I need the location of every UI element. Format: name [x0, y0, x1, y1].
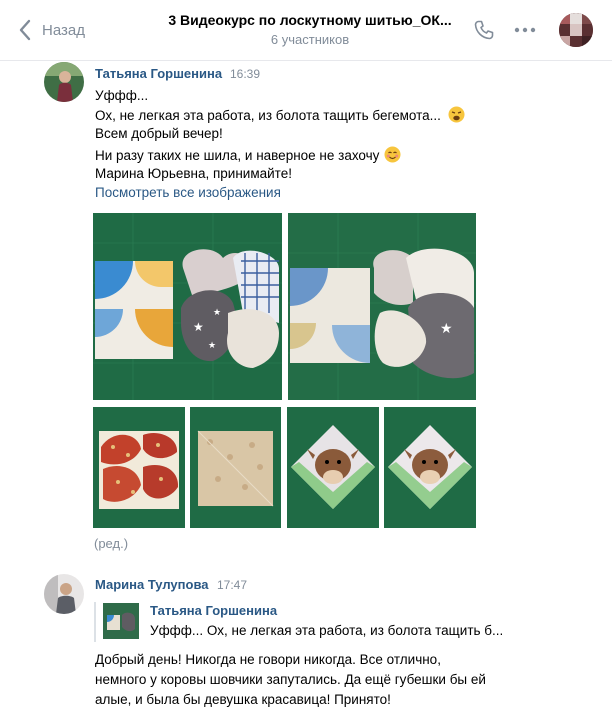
attached-photo[interactable]: ★ — [288, 213, 476, 400]
message-line: Всем добрый вечер! — [95, 126, 223, 141]
attached-photo[interactable] — [287, 407, 379, 528]
attached-photo[interactable]: ★ ★ ★ — [93, 213, 282, 400]
message-line: немного у коровы шовчики запутались. Да … — [95, 672, 486, 687]
message-time: 17:47 — [217, 578, 248, 592]
message-text: Ни разу таких не шила, и наверное не зах… — [95, 148, 380, 163]
phone-icon — [474, 20, 494, 40]
message-line: Добрый день! Никогда не говори никогда. … — [95, 652, 441, 667]
message-line: Марина Юрьевна, принимайте! — [95, 166, 292, 181]
back-label: Назад — [42, 21, 85, 39]
chat-title: 3 Видеокурс по лоскутному шитью_ОК... — [168, 12, 452, 28]
attached-photo[interactable] — [93, 407, 185, 528]
author-name[interactable]: Татьяна Горшенина — [95, 66, 222, 81]
chat-title-block[interactable]: 3 Видеокурс по лоскутному шитью_ОК... 6 … — [150, 12, 470, 47]
message-time: 16:39 — [230, 67, 261, 81]
chat-header: Назад 3 Видеокурс по лоскутному шитью_ОК… — [0, 0, 612, 61]
chevron-left-icon — [19, 19, 31, 41]
avatar[interactable] — [44, 574, 84, 614]
chat-avatar[interactable] — [559, 13, 593, 47]
message-line-with-emoji: Ни разу таких не шила, и наверное не зах… — [95, 146, 401, 163]
svg-text:★: ★ — [440, 321, 453, 337]
participants-count: 6 участников — [270, 32, 350, 47]
more-dots-icon — [514, 27, 536, 33]
more-button[interactable] — [512, 18, 538, 42]
attached-photo[interactable] — [190, 407, 281, 528]
edited-label: (ред.) — [94, 536, 129, 551]
message-text: Ох, не легкая эта работа, из болота тащи… — [95, 108, 441, 123]
svg-text:★: ★ — [213, 308, 221, 318]
svg-text:★: ★ — [208, 341, 216, 351]
weary-face-emoji — [448, 106, 465, 123]
back-button[interactable]: Назад — [18, 17, 85, 43]
message-line: Уффф... — [95, 88, 149, 103]
attached-photo[interactable] — [384, 407, 476, 528]
reply-thumbnail[interactable] — [103, 603, 139, 639]
call-button[interactable] — [472, 18, 496, 42]
message-line-with-emoji: Ох, не легкая эта работа, из болота тащи… — [95, 106, 465, 123]
avatar[interactable] — [44, 62, 84, 102]
svg-text:★: ★ — [193, 320, 204, 334]
author-name[interactable]: Марина Тулупова — [95, 577, 209, 592]
reply-author[interactable]: Татьяна Горшенина — [150, 603, 277, 618]
message-line: алые, и была бы девушка красавица! Приня… — [95, 692, 391, 707]
reply-text[interactable]: Уффф... Ох, не легкая эта работа, из бол… — [150, 623, 503, 638]
view-all-images-link[interactable]: Посмотреть все изображения — [95, 185, 281, 200]
reply-quote-bar — [94, 602, 96, 642]
smiling-face-emoji — [384, 146, 401, 163]
